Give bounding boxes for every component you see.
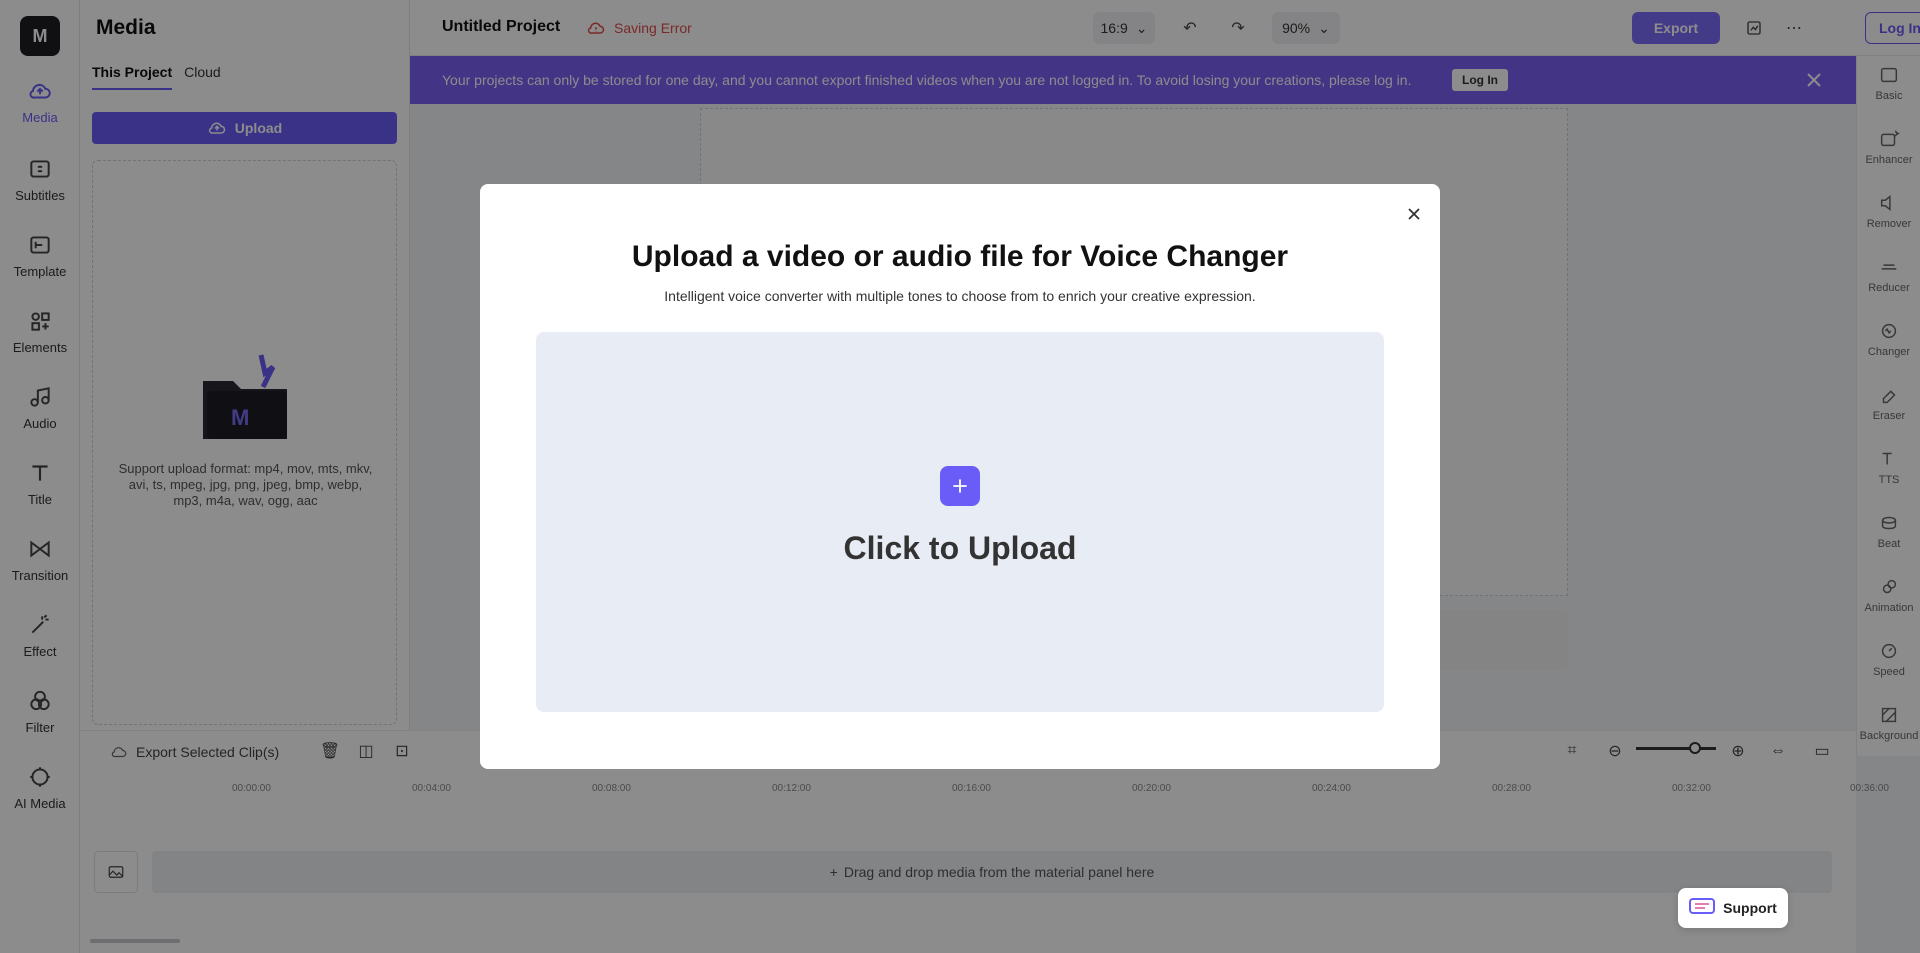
plus-icon	[953, 479, 967, 493]
click-to-upload-label[interactable]: Click to Upload	[536, 530, 1384, 567]
modal-subtitle: Intelligent voice converter with multipl…	[664, 288, 1256, 304]
upload-drop-zone[interactable]: Click to Upload	[536, 332, 1384, 712]
modal-title: Upload a video or audio file for Voice C…	[631, 240, 1289, 273]
close-icon[interactable]	[1402, 202, 1426, 226]
chat-icon	[1689, 898, 1716, 914]
support-label: Support	[1723, 900, 1777, 916]
voice-changer-upload-modal: Upload a video or audio file for Voice C…	[480, 184, 1440, 769]
support-button[interactable]: Support	[1678, 888, 1788, 928]
add-file-button[interactable]	[940, 466, 980, 506]
